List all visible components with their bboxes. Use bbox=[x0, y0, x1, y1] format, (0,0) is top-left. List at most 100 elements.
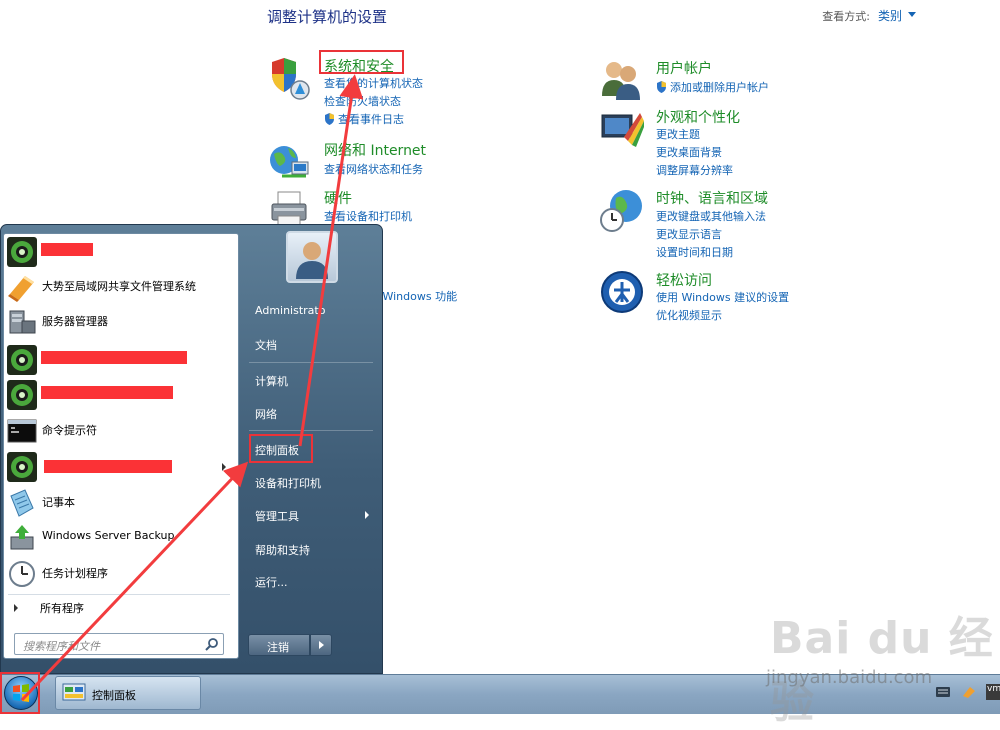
chevron-right-icon bbox=[14, 604, 18, 612]
link-set-time-date[interactable]: 设置时间和日期 bbox=[656, 244, 733, 260]
item-label: 文档 bbox=[255, 339, 277, 352]
avatar[interactable] bbox=[286, 231, 338, 283]
uac-shield-icon bbox=[657, 81, 666, 93]
right-item-computer[interactable]: 计算机 bbox=[249, 367, 375, 393]
redaction-mark bbox=[41, 351, 187, 364]
chevron-down-icon[interactable] bbox=[908, 12, 916, 17]
link-add-remove-users[interactable]: 添加或删除用户帐户 bbox=[656, 79, 769, 95]
program-item[interactable]: 服务器管理器 bbox=[4, 305, 238, 339]
task-scheduler-icon bbox=[9, 561, 35, 587]
backup-icon bbox=[10, 525, 34, 550]
right-item-run[interactable]: 运行... bbox=[249, 568, 375, 594]
link-check-firewall[interactable]: 检查防火墙状态 bbox=[324, 93, 401, 109]
search-placeholder: 搜索程序和文件 bbox=[23, 640, 100, 653]
program-item[interactable]: 记事本 bbox=[4, 486, 238, 520]
item-label: 运行... bbox=[255, 576, 288, 589]
link-view-event-log[interactable]: 查看事件日志 bbox=[324, 111, 404, 127]
category-title[interactable]: 网络和 Internet bbox=[324, 140, 426, 160]
ease-of-access-icon[interactable] bbox=[600, 270, 644, 314]
category-title[interactable]: 用户帐户 bbox=[656, 58, 712, 78]
program-label: 任务计划程序 bbox=[42, 567, 108, 580]
right-item-documents[interactable]: 文档 bbox=[249, 331, 375, 357]
link-change-background[interactable]: 更改桌面背景 bbox=[656, 144, 722, 160]
link-change-theme[interactable]: 更改主题 bbox=[656, 126, 700, 142]
server-manager-icon bbox=[9, 310, 36, 334]
chevron-right-icon bbox=[222, 463, 226, 471]
users-icon[interactable] bbox=[600, 58, 644, 102]
view-by-dropdown[interactable]: 类别 bbox=[878, 7, 902, 24]
divider bbox=[8, 594, 230, 595]
app-icon bbox=[7, 380, 37, 410]
chevron-right-icon bbox=[365, 511, 369, 519]
redaction-mark bbox=[41, 243, 93, 256]
search-input[interactable]: 搜索程序和文件 bbox=[14, 633, 224, 655]
network-globe-icon[interactable] bbox=[268, 140, 312, 184]
logout-button[interactable]: 注销 bbox=[248, 634, 310, 656]
redaction-mark bbox=[41, 386, 173, 399]
page-title: 调整计算机的设置 bbox=[267, 8, 388, 26]
link-change-keyboard[interactable]: 更改键盘或其他输入法 bbox=[656, 208, 766, 224]
command-prompt-icon bbox=[7, 419, 37, 443]
highlight-control-panel bbox=[249, 434, 313, 463]
program-label: 大势至局域网共享文件管理系统 bbox=[42, 280, 196, 293]
item-label: 帮助和支持 bbox=[255, 544, 310, 557]
watermark-logo: Bai du 经验 bbox=[770, 613, 994, 728]
divider bbox=[249, 362, 373, 363]
program-item[interactable]: Windows Server Backup bbox=[4, 521, 238, 555]
program-item[interactable]: 命令提示符 bbox=[4, 414, 238, 448]
link-change-language[interactable]: 更改显示语言 bbox=[656, 226, 722, 242]
notepad-icon bbox=[10, 489, 34, 517]
system-security-icon[interactable] bbox=[268, 56, 312, 100]
link-recommended-settings[interactable]: 使用 Windows 建议的设置 bbox=[656, 289, 789, 305]
taskbar-item-control-panel[interactable]: 控制面板 bbox=[55, 676, 201, 710]
share-manager-icon bbox=[8, 276, 34, 302]
appearance-icon[interactable] bbox=[600, 107, 644, 151]
category-title[interactable]: 时钟、语言和区域 bbox=[656, 188, 768, 208]
program-item[interactable] bbox=[4, 235, 238, 269]
view-by-label: 查看方式: bbox=[822, 10, 870, 23]
link-network-status[interactable]: 查看网络状态和任务 bbox=[324, 161, 423, 177]
link-optimize-video[interactable]: 优化视频显示 bbox=[656, 307, 722, 323]
right-item-user[interactable]: Administrato bbox=[249, 298, 375, 324]
redaction-mark bbox=[44, 460, 172, 473]
link-screen-resolution[interactable]: 调整屏幕分辨率 bbox=[656, 162, 733, 178]
app-icon bbox=[7, 237, 37, 267]
item-label: 计算机 bbox=[255, 375, 288, 388]
divider bbox=[249, 430, 373, 431]
program-item[interactable] bbox=[4, 378, 238, 412]
program-item[interactable] bbox=[4, 450, 238, 484]
right-item-network[interactable]: 网络 bbox=[249, 400, 375, 426]
category-title[interactable]: 轻松访问 bbox=[656, 270, 712, 290]
program-label: 命令提示符 bbox=[42, 424, 97, 437]
uac-shield-icon bbox=[325, 113, 334, 125]
highlight-start-button bbox=[0, 672, 40, 714]
logout-label: 注销 bbox=[267, 641, 289, 654]
program-item[interactable]: 大势至局域网共享文件管理系统 bbox=[4, 270, 238, 304]
right-item-help-support[interactable]: 帮助和支持 bbox=[249, 536, 375, 562]
item-label: 管理工具 bbox=[255, 510, 299, 523]
app-icon bbox=[7, 345, 37, 375]
all-programs-button[interactable]: 所有程序 bbox=[40, 600, 84, 616]
link-label: 查看事件日志 bbox=[338, 113, 404, 126]
right-item-admin-tools[interactable]: 管理工具 bbox=[249, 502, 375, 528]
right-item-devices-printers[interactable]: 设备和打印机 bbox=[249, 469, 375, 495]
user-name: Administrato bbox=[255, 304, 326, 317]
watermark-url: jingyan.baidu.com bbox=[766, 667, 933, 688]
clock-globe-icon[interactable] bbox=[600, 188, 644, 232]
program-item[interactable]: 任务计划程序 bbox=[4, 557, 238, 591]
category-title[interactable]: 外观和个性化 bbox=[656, 107, 740, 127]
user-icon bbox=[296, 242, 328, 279]
program-label: 服务器管理器 bbox=[42, 315, 108, 328]
category-title[interactable]: 硬件 bbox=[324, 188, 352, 208]
program-label: 记事本 bbox=[42, 496, 75, 509]
highlight-system-security bbox=[319, 50, 404, 74]
program-item[interactable] bbox=[4, 343, 238, 377]
item-label: 设备和打印机 bbox=[255, 477, 321, 490]
link-view-computer-status[interactable]: 查看您的计算机状态 bbox=[324, 75, 423, 91]
link-label: 添加或删除用户帐户 bbox=[670, 81, 769, 94]
search-icon[interactable] bbox=[205, 637, 219, 651]
app-icon bbox=[7, 452, 37, 482]
program-label: Windows Server Backup bbox=[42, 529, 175, 542]
link-devices-printers[interactable]: 查看设备和打印机 bbox=[324, 208, 412, 224]
shutdown-options-button[interactable] bbox=[310, 634, 332, 656]
